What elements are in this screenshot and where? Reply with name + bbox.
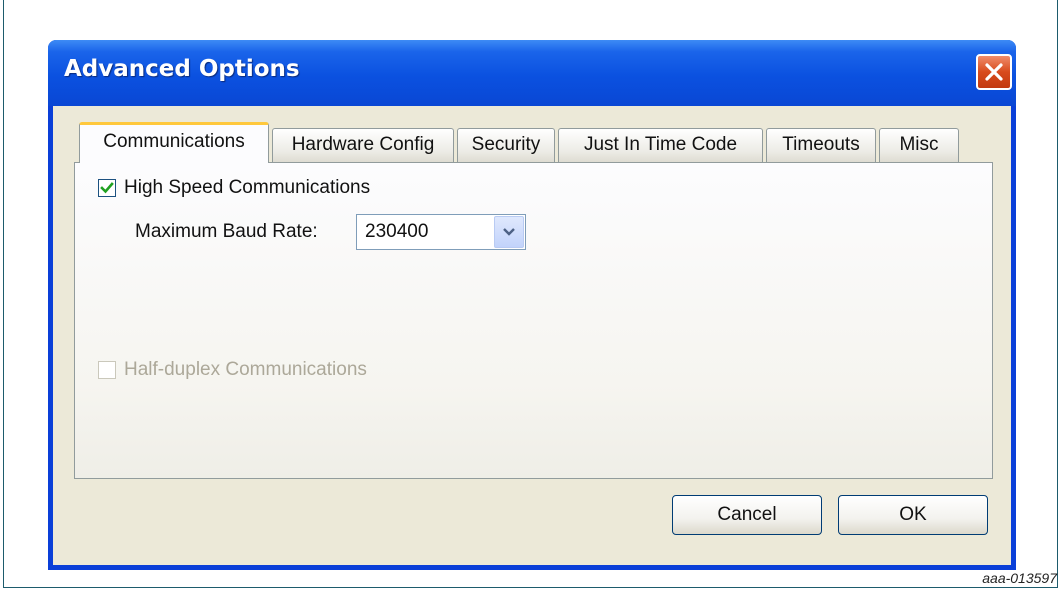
tab-hardware-config[interactable]: Hardware Config [272,128,454,162]
chevron-down-icon [503,228,515,236]
checkmark-icon [100,182,114,194]
baud-rate-value: 230400 [365,221,429,242]
baud-rate-label: Maximum Baud Rate: [135,221,318,242]
close-icon [985,63,1003,81]
half-duplex-checkbox[interactable] [98,361,116,379]
title-bar[interactable]: Advanced Options [48,40,1016,106]
baud-rate-dropdown-button[interactable] [494,216,524,248]
tab-timeouts[interactable]: Timeouts [766,128,876,162]
communications-panel: High Speed Communications Maximum Baud R… [74,162,993,479]
dialog-body: Communications Hardware Config Security … [53,106,1011,565]
ok-button[interactable]: OK [838,495,988,535]
tab-misc[interactable]: Misc [879,128,959,162]
dialog-title: Advanced Options [64,56,300,82]
tab-security[interactable]: Security [457,128,555,162]
close-button[interactable] [976,54,1012,90]
baud-rate-select[interactable]: 230400 [356,214,526,250]
tab-just-in-time-code[interactable]: Just In Time Code [558,128,763,162]
half-duplex-label: Half-duplex Communications [124,359,367,380]
advanced-options-dialog: Advanced Options Communications Hardware… [48,40,1016,570]
high-speed-checkbox[interactable] [98,179,116,197]
high-speed-row: High Speed Communications [98,177,370,199]
cancel-button[interactable]: Cancel [672,495,822,535]
high-speed-label: High Speed Communications [124,177,371,198]
figure-caption: aaa-013597 [982,570,1057,586]
half-duplex-row: Half-duplex Communications [98,359,367,381]
tab-communications[interactable]: Communications [79,122,269,163]
